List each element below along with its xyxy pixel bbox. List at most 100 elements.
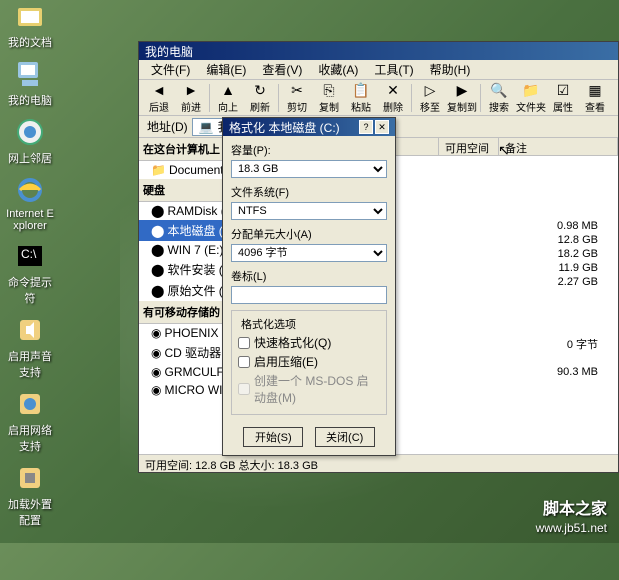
toolbar-btn-3[interactable]: ↻刷新 bbox=[246, 82, 274, 114]
start-button[interactable]: 开始(S) bbox=[243, 427, 303, 447]
compress-checkbox[interactable]: 启用压缩(E) bbox=[238, 353, 380, 370]
sound-icon bbox=[14, 314, 46, 346]
pc-icon bbox=[14, 58, 46, 90]
close-icon[interactable]: ✕ bbox=[375, 120, 389, 134]
window-titlebar[interactable]: 我的电脑 bbox=[139, 42, 618, 60]
statusbar: 可用空间: 12.8 GB 总大小: 18.3 GB bbox=[139, 454, 618, 472]
toolbar-icon: ✂ bbox=[288, 82, 306, 99]
col-note[interactable]: 备注 bbox=[499, 138, 618, 155]
toolbar-icon: ↻ bbox=[251, 82, 269, 99]
toolbar-icon: ▲ bbox=[219, 82, 237, 99]
toolbar-btn-10[interactable]: 🔍搜索 bbox=[485, 82, 513, 114]
sidebar-drive[interactable]: ⬤原始文件 (G:) bbox=[139, 280, 228, 301]
toolbar-btn-11[interactable]: 📁文件夹 bbox=[517, 82, 545, 114]
toolbar-btn-12[interactable]: ☑属性 bbox=[549, 82, 577, 114]
sidebar-removable[interactable]: ◉PHOENIX (D:) bbox=[139, 324, 228, 342]
menu-view[interactable]: 查看(V) bbox=[254, 59, 310, 80]
volume-input[interactable] bbox=[231, 286, 387, 304]
folder-icon bbox=[14, 0, 46, 32]
capacity-label: 容量(P): bbox=[231, 142, 387, 158]
config-icon bbox=[14, 462, 46, 494]
network-icon bbox=[14, 116, 46, 148]
toolbar-icon: ⎘ bbox=[320, 82, 338, 99]
netsupport-icon bbox=[14, 388, 46, 420]
freespace-value: 0.98 MB bbox=[557, 220, 598, 232]
toolbar-icon: ▶ bbox=[453, 82, 471, 99]
toolbar-icon: 🔍 bbox=[490, 82, 508, 99]
format-dialog: 格式化 本地磁盘 (C:) ? ✕ 容量(P): 18.3 GB 文件系统(F)… bbox=[222, 117, 396, 456]
toolbar-icon: ► bbox=[182, 82, 200, 99]
toolbar-btn-0[interactable]: ◄后退 bbox=[145, 82, 173, 114]
desktop-icon-mycomputer[interactable]: 我的电脑 bbox=[4, 58, 56, 108]
desktop-icon-cmd[interactable]: C:\ 命令提示符 bbox=[4, 240, 56, 306]
freespace-value: 18.2 GB bbox=[558, 248, 598, 260]
disc-icon: ◉ bbox=[151, 365, 161, 379]
freespace-value: 90.3 MB bbox=[557, 366, 598, 378]
desktop-icon-config[interactable]: 加载外置配置 bbox=[4, 462, 56, 528]
disk-icon: ⬤ bbox=[151, 204, 164, 218]
toolbar-icon: ☑ bbox=[554, 82, 572, 99]
sidebar-drive[interactable]: ⬤软件安装 (F:) bbox=[139, 259, 228, 280]
menu-fav[interactable]: 收藏(A) bbox=[310, 59, 366, 80]
volume-label: 卷标(L) bbox=[231, 268, 387, 284]
capacity-select[interactable]: 18.3 GB bbox=[231, 160, 387, 178]
toolbar-btn-8[interactable]: ▷移至 bbox=[416, 82, 444, 114]
disc-icon: ◉ bbox=[151, 326, 161, 340]
desktop-icon-netsupport[interactable]: 启用网络支持 bbox=[4, 388, 56, 454]
toolbar-btn-9[interactable]: ▶复制到 bbox=[448, 82, 476, 114]
watermark: 脚本之家 www.jb51.net bbox=[536, 495, 607, 535]
sidebar-item-documents[interactable]: 📁Documents bbox=[139, 161, 228, 179]
sidebar-removable[interactable]: ◉GRMCULFRER_C. bbox=[139, 363, 228, 381]
folder-icon: 📁 bbox=[151, 163, 166, 177]
toolbar-btn-7[interactable]: ✕删除 bbox=[379, 82, 407, 114]
sidebar-drive[interactable]: ⬤WIN 7 (E:) bbox=[139, 241, 228, 259]
freespace-value: 11.9 GB bbox=[558, 262, 598, 274]
menu-file[interactable]: 文件(F) bbox=[143, 59, 198, 80]
help-button[interactable]: ? bbox=[359, 120, 373, 134]
toolbar-btn-5[interactable]: ⎘复制 bbox=[315, 82, 343, 114]
cmd-icon: C:\ bbox=[14, 240, 46, 272]
desktop-icon-sound[interactable]: 启用声音支持 bbox=[4, 314, 56, 380]
ie-icon bbox=[14, 174, 46, 206]
col-free[interactable]: 可用空间 bbox=[439, 138, 499, 155]
pc-small-icon: 💻 bbox=[199, 120, 214, 134]
toolbar-btn-6[interactable]: 📋粘贴 bbox=[347, 82, 375, 114]
toolbar-icon: ▷ bbox=[421, 82, 439, 99]
close-button[interactable]: 关闭(C) bbox=[315, 427, 375, 447]
options-group-title: 格式化选项 bbox=[238, 316, 299, 332]
unitsize-select[interactable]: 4096 字节 bbox=[231, 244, 387, 262]
toolbar-btn-1[interactable]: ►前进 bbox=[177, 82, 205, 114]
filesystem-select[interactable]: NTFS bbox=[231, 202, 387, 220]
dialog-titlebar[interactable]: 格式化 本地磁盘 (C:) ? ✕ bbox=[223, 118, 395, 136]
sidebar: 在这台计算机上 📁Documents 硬盘 ⬤RAMDisk (B:)⬤本地磁盘… bbox=[139, 138, 229, 454]
disc-icon: ◉ bbox=[151, 346, 161, 360]
quick-format-checkbox[interactable]: 快速格式化(Q) bbox=[238, 334, 380, 351]
desktop-icon-mydocs[interactable]: 我的文档 bbox=[4, 0, 56, 50]
sidebar-removable[interactable]: ◉MICRO WINPE (X bbox=[139, 381, 228, 399]
toolbar-btn-2[interactable]: ▲向上 bbox=[214, 82, 242, 114]
disc-icon: ◉ bbox=[151, 383, 161, 397]
sidebar-header-disks: 硬盘 bbox=[139, 179, 228, 202]
toolbar-icon: ◄ bbox=[150, 82, 168, 99]
toolbar: ◄后退►前进 ▲向上↻刷新 ✂剪切⎘复制📋粘贴✕删除 ▷移至▶复制到 🔍搜索📁文件夹☑属… bbox=[139, 80, 618, 116]
toolbar-btn-13[interactable]: ▦查看 bbox=[581, 82, 609, 114]
toolbar-btn-4[interactable]: ✂剪切 bbox=[283, 82, 311, 114]
menubar: 文件(F) 编辑(E) 查看(V) 收藏(A) 工具(T) 帮助(H) bbox=[139, 60, 618, 80]
dialog-title: 格式化 本地磁盘 (C:) bbox=[229, 119, 340, 136]
toolbar-icon: ✕ bbox=[384, 82, 402, 99]
disk-icon: ⬤ bbox=[151, 224, 164, 238]
menu-edit[interactable]: 编辑(E) bbox=[198, 59, 254, 80]
svg-text:C:\: C:\ bbox=[21, 247, 37, 261]
disk-icon: ⬤ bbox=[151, 243, 164, 257]
sidebar-header-computer: 在这台计算机上 bbox=[139, 138, 228, 161]
msdos-checkbox: 创建一个 MS-DOS 启动盘(M) bbox=[238, 372, 380, 406]
menu-tools[interactable]: 工具(T) bbox=[366, 59, 421, 80]
desktop-icon-network[interactable]: 网上邻居 bbox=[4, 116, 56, 166]
filesystem-label: 文件系统(F) bbox=[231, 184, 387, 200]
sidebar-drive[interactable]: ⬤RAMDisk (B:) bbox=[139, 202, 228, 220]
toolbar-icon: 📋 bbox=[352, 82, 370, 99]
menu-help[interactable]: 帮助(H) bbox=[422, 59, 479, 80]
sidebar-drive[interactable]: ⬤本地磁盘 (C:) bbox=[139, 220, 228, 241]
desktop-icon-ie[interactable]: Internet Explorer bbox=[4, 174, 56, 232]
sidebar-removable[interactable]: ◉CD 驱动器 (H:) bbox=[139, 342, 228, 363]
